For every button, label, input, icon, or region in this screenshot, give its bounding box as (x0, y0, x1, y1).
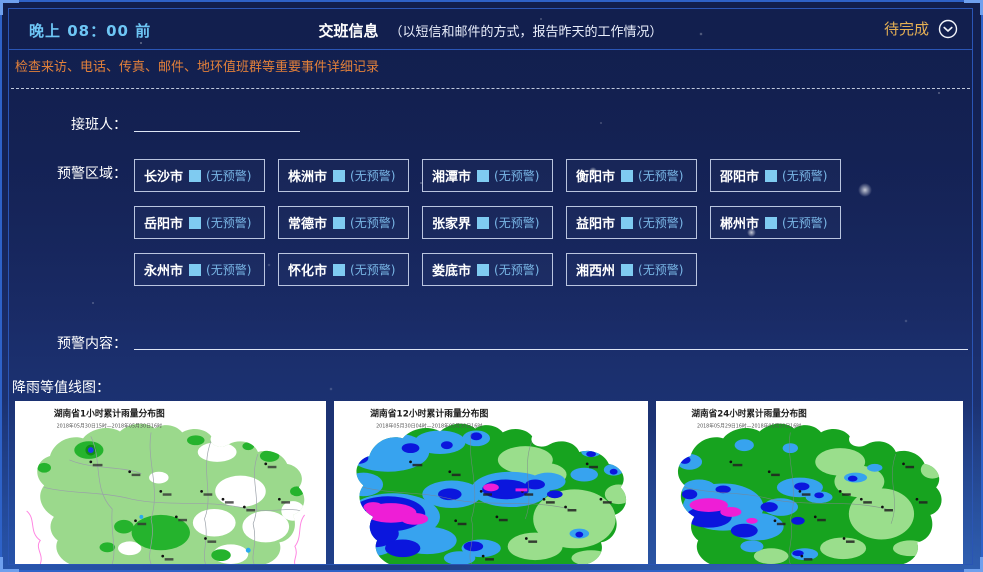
map-title: 湖南省24小时累计雨量分布图 (691, 408, 807, 420)
checkbox-icon[interactable] (621, 264, 633, 276)
city-warning-box[interactable]: 邵阳市 (无预警) (710, 159, 841, 192)
city-warning-box[interactable]: 张家界 (无预警) (422, 206, 553, 239)
no-warning-label: (无预警) (494, 214, 539, 231)
city-name-label: 邵阳市 (720, 166, 759, 185)
page-title: 交班信息 (318, 22, 378, 40)
checkbox-icon[interactable] (189, 217, 201, 229)
map-title: 湖南省1小时累计雨量分布图 (54, 408, 165, 420)
page-root: { "header": { "time_label": "晚上 08：00 前"… (0, 0, 983, 572)
successor-label: 接班人： (9, 114, 127, 134)
no-warning-label: (无预警) (350, 214, 395, 231)
checkbox-icon[interactable] (477, 264, 489, 276)
no-warning-label: (无预警) (350, 167, 395, 184)
no-warning-label: (无预警) (494, 261, 539, 278)
city-name-label: 长沙市 (144, 166, 183, 185)
city-warning-box[interactable]: 长沙市 (无预警) (134, 159, 265, 192)
panel-header: 晚上 08：00 前 交班信息 （以短信和邮件的方式，报告昨天的工作情况） 待完… (9, 9, 972, 50)
no-warning-label: (无预警) (206, 214, 251, 231)
city-warning-box[interactable]: 娄底市 (无预警) (422, 253, 553, 286)
no-warning-label: (无预警) (350, 261, 395, 278)
checkbox-icon[interactable] (333, 264, 345, 276)
rainfall-map-12h: 湖南省12小时累计雨量分布图 2018年05月30日04时—2018年05月30… (334, 401, 648, 564)
city-name-label: 常德市 (288, 213, 327, 232)
status-toggle[interactable]: 待完成 (884, 18, 958, 39)
city-warning-box[interactable]: 株洲市 (无预警) (278, 159, 409, 192)
city-name-label: 株洲市 (288, 166, 327, 185)
rainfall-map-1h: 湖南省1小时累计雨量分布图 2018年05月30日15时—2018年05月30日… (15, 401, 326, 564)
city-name-label: 张家界 (432, 213, 471, 232)
checkbox-icon[interactable] (621, 170, 633, 182)
map-subtitle: 2018年05月29日16时—2018年05月30日16时 (697, 422, 801, 429)
city-name-label: 娄底市 (432, 260, 471, 279)
no-warning-label: (无预警) (638, 261, 683, 278)
checkbox-icon[interactable] (189, 264, 201, 276)
star-dots (0, 0, 2, 2)
city-name-label: 怀化市 (288, 260, 327, 279)
city-name-label: 衡阳市 (576, 166, 615, 185)
no-warning-label: (无预警) (206, 167, 251, 184)
notice-text: 检查来访、电话、传真、邮件、地环值班群等重要事件详细记录 (15, 56, 379, 75)
checkbox-icon[interactable] (765, 170, 777, 182)
checkbox-icon[interactable] (477, 217, 489, 229)
city-warning-box[interactable]: 衡阳市 (无预警) (566, 159, 697, 192)
city-warning-box[interactable]: 郴州市 (无预警) (710, 206, 841, 239)
no-warning-label: (无预警) (206, 261, 251, 278)
warning-content-label: 预警内容： (9, 333, 127, 353)
page-subtitle: （以短信和邮件的方式，报告昨天的工作情况） (390, 25, 663, 40)
map-subtitle: 2018年05月30日04时—2018年05月30日16时 (376, 423, 482, 430)
city-warning-box[interactable]: 益阳市 (无预警) (566, 206, 697, 239)
successor-input[interactable] (134, 109, 300, 132)
checkbox-icon[interactable] (189, 170, 201, 182)
no-warning-label: (无预警) (494, 167, 539, 184)
city-name-label: 永州市 (144, 260, 183, 279)
rainfall-maps-row: 湖南省1小时累计雨量分布图 2018年05月30日15时—2018年05月30日… (15, 401, 963, 564)
checkbox-icon[interactable] (765, 217, 777, 229)
header-title-group: 交班信息 （以短信和邮件的方式，报告昨天的工作情况） (9, 20, 972, 41)
city-name-label: 益阳市 (576, 213, 615, 232)
no-warning-label: (无预警) (782, 167, 827, 184)
chevron-down-icon[interactable] (938, 19, 958, 39)
warning-content-input[interactable] (134, 327, 968, 350)
no-warning-label: (无预警) (638, 214, 683, 231)
city-name-label: 湘潭市 (432, 166, 471, 185)
no-warning-label: (无预警) (638, 167, 683, 184)
city-warning-box[interactable]: 永州市 (无预警) (134, 253, 265, 286)
dashed-divider (11, 88, 970, 89)
map-subtitle: 2018年05月30日15时—2018年05月30日16时 (57, 422, 162, 429)
city-name-label: 岳阳市 (144, 213, 183, 232)
status-badge: 待完成 (884, 18, 929, 39)
no-warning-label: (无预警) (782, 214, 827, 231)
city-warning-box[interactable]: 怀化市 (无预警) (278, 253, 409, 286)
city-name-label: 湘西州 (576, 260, 615, 279)
rainfall-map-24h: 湖南省24小时累计雨量分布图 2018年05月29日16时—2018年05月30… (656, 401, 963, 564)
warning-area-grid: 长沙市 (无预警) 株洲市 (无预警) 湘潭市 (无预警) 衡阳市 (无预警) 邵阳市 (无预警)… (134, 159, 864, 300)
city-warning-box[interactable]: 湘潭市 (无预警) (422, 159, 553, 192)
checkbox-icon[interactable] (621, 217, 633, 229)
city-warning-box[interactable]: 常德市 (无预警) (278, 206, 409, 239)
map-title: 湖南省12小时累计雨量分布图 (370, 408, 488, 420)
shift-panel: 晚上 08：00 前 交班信息 （以短信和邮件的方式，报告昨天的工作情况） 待完… (8, 8, 973, 565)
rainfall-maps-label: 降雨等值线图： (12, 377, 110, 397)
city-name-label: 郴州市 (720, 213, 759, 232)
checkbox-icon[interactable] (477, 170, 489, 182)
checkbox-icon[interactable] (333, 217, 345, 229)
checkbox-icon[interactable] (333, 170, 345, 182)
city-warning-box[interactable]: 岳阳市 (无预警) (134, 206, 265, 239)
warning-area-label: 预警区域： (9, 163, 127, 183)
city-warning-box[interactable]: 湘西州 (无预警) (566, 253, 697, 286)
